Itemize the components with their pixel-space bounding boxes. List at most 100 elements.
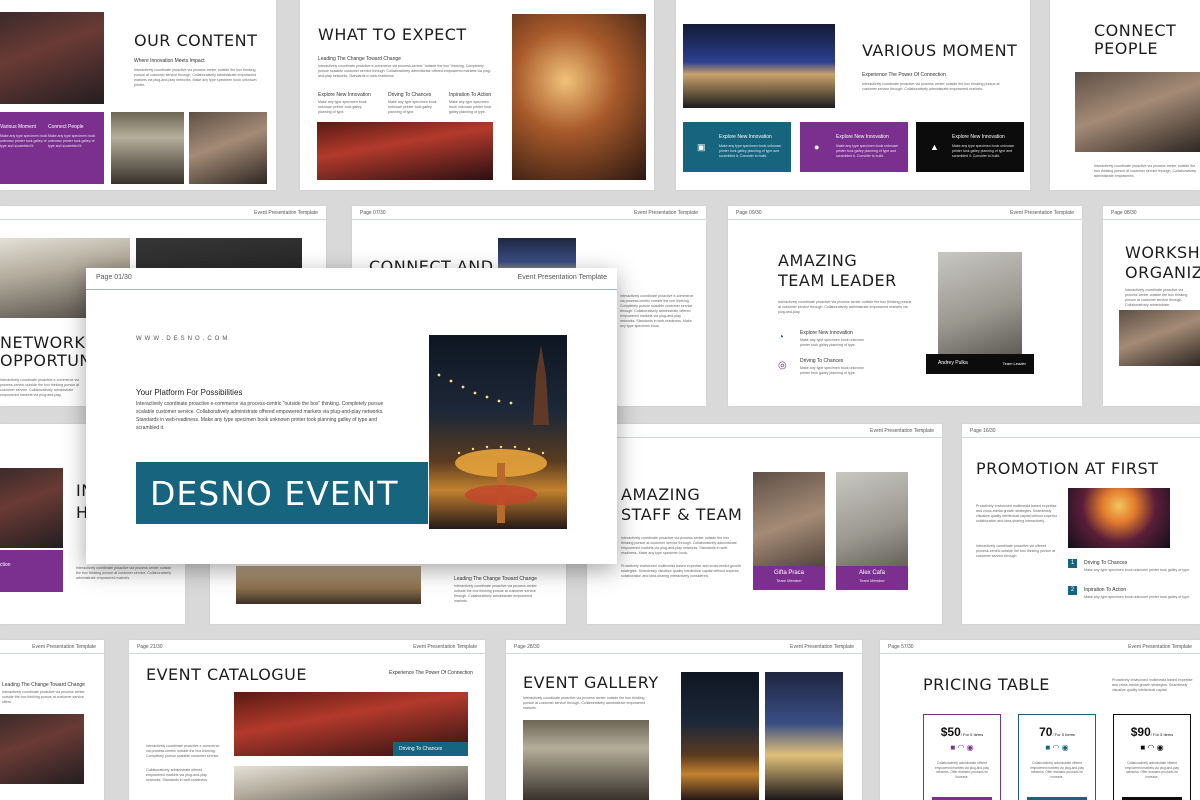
slide-header: Page 16/30 bbox=[962, 424, 1200, 438]
team-member-card: Alex Cafa Team Member bbox=[836, 472, 908, 590]
member-role: Team Member bbox=[776, 578, 802, 583]
step-title: Driving To Chances bbox=[1084, 560, 1128, 566]
photo-speaker bbox=[234, 766, 468, 800]
slide-connect-people[interactable]: CONNECT PEOPLE Interactively coordinate … bbox=[1050, 0, 1200, 190]
slide-title: EVENT GALLERY bbox=[523, 673, 659, 692]
slide-staff-team[interactable]: Event Presentation Template AMAZING STAF… bbox=[587, 424, 942, 624]
slide-body: Interactively coordinate proactive via p… bbox=[523, 696, 646, 710]
slide-body: Interactively coordinate proactive via p… bbox=[621, 536, 737, 555]
title-banner: DESNO EVENT bbox=[136, 462, 428, 524]
page-label: Page 01/30 bbox=[96, 274, 132, 281]
slide-title: OUR CONTENT bbox=[134, 31, 258, 50]
slide-body-secondary: Interactively coordinate proactive via o… bbox=[976, 544, 1056, 558]
target-icon: ◎ bbox=[778, 360, 787, 371]
slide-our-content[interactable]: OUR CONTENT Where Innovation Meets Impac… bbox=[0, 0, 276, 190]
slide-body: Interactively coordinate proactive e-com… bbox=[146, 744, 220, 758]
slide-title: VARIOUS MOMENT bbox=[862, 41, 1018, 60]
plan-description: Collaboratively administrate offered emp… bbox=[1029, 761, 1085, 779]
slide-title: CONNECT PEOPLE bbox=[1094, 21, 1177, 58]
slide-bottom-left[interactable]: Event Presentation Template Leading The … bbox=[0, 640, 104, 800]
template-label: Event Presentation Template bbox=[790, 644, 854, 650]
wifi-icon: ◠ bbox=[1147, 743, 1155, 752]
pricing-card-3[interactable]: $90/ For 5 Items ■ ◠ ◉ Collaboratively a… bbox=[1113, 714, 1191, 800]
page-label: Page 08/30 bbox=[1111, 210, 1137, 216]
leader-role: Team Leader bbox=[1002, 361, 1026, 366]
plan-description: Collaboratively administrate offered emp… bbox=[934, 761, 990, 779]
slide-title-line1: AMAZING bbox=[778, 251, 858, 270]
col-body: Make any type specimen book unknown prin… bbox=[388, 100, 437, 114]
slide-header: Event Presentation Template bbox=[0, 206, 326, 220]
pricing-card-1[interactable]: $50/ For 5 Items ■ ◠ ◉ Collaboratively a… bbox=[923, 714, 1001, 800]
slide-catalogue[interactable]: Page 21/30 Event Presentation Template E… bbox=[129, 640, 485, 800]
slide-subtitle: Leading The Change Toward Change bbox=[454, 576, 537, 582]
plan-price: $90/ For 5 Items bbox=[1114, 725, 1190, 739]
photo-audience bbox=[317, 122, 493, 180]
slide-header: Page 01/30 Event Presentation Template bbox=[86, 268, 617, 290]
slide-header: Page 57/30 Event Presentation Template bbox=[880, 640, 1200, 654]
moment-box-3: ▲ Explore New Innovation Make any type s… bbox=[916, 122, 1024, 172]
slide-team-leader[interactable]: Page 09/30 Event Presentation Template A… bbox=[728, 206, 1082, 406]
slide-body: Interactively coordinate proactive via p… bbox=[2, 690, 85, 704]
box-title: Driving To Chances bbox=[399, 746, 443, 752]
signal-icon: ◉ bbox=[1061, 743, 1069, 752]
users-icon: ● bbox=[814, 142, 820, 152]
slide-body-secondary: Proactively envisioned multimedia based … bbox=[621, 564, 741, 578]
page-label: Page 16/30 bbox=[970, 428, 996, 434]
step-body: Make any type specimen book unknown prin… bbox=[1084, 595, 1191, 599]
step-body: Make any type specimen book unknown prin… bbox=[1084, 568, 1191, 572]
slide-body: Proactively envisioned multimedia based … bbox=[976, 504, 1057, 523]
template-label: Event Presentation Template bbox=[1128, 644, 1192, 650]
step-number: 1 bbox=[1068, 559, 1077, 568]
website-label[interactable]: WWW.DESNO.COM bbox=[136, 336, 230, 342]
slide-gallery[interactable]: Page 28/30 Event Presentation Template E… bbox=[506, 640, 862, 800]
slide-title: PRICING TABLE bbox=[923, 675, 1050, 694]
plan-icons: ■ ◠ ◉ bbox=[924, 743, 1000, 752]
plan-unit: / For 5 Items bbox=[960, 732, 984, 737]
slide-subtitle: Your Platform For Possibilities bbox=[136, 388, 243, 397]
slide-header: Event Presentation Template bbox=[0, 640, 104, 654]
slide-title: EVENT CATALOGUE bbox=[146, 665, 307, 684]
template-label: Event Presentation Template bbox=[32, 644, 96, 650]
box-body: Make any type specimen book unknown prin… bbox=[719, 144, 782, 158]
slide-various-moment[interactable]: VARIOUS MOMENT Experience The Power Of C… bbox=[676, 0, 1030, 190]
slide-what-to-expect[interactable]: WHAT TO EXPECT Leading The Change Toward… bbox=[300, 0, 654, 190]
col-title: Inpiration To Action bbox=[449, 92, 492, 98]
slide-body: Interactively coordinate proactive e-com… bbox=[136, 401, 384, 431]
photo-stage bbox=[1068, 488, 1170, 548]
catalogue-label-box: Driving To Chances bbox=[393, 742, 468, 756]
photo-carousel-tower bbox=[429, 335, 567, 529]
slide-header: Page 28/30 Event Presentation Template bbox=[506, 640, 862, 654]
member-caption: Gifta Praca Team Member bbox=[753, 566, 825, 590]
slide-body: Interactively coordinate proactive via p… bbox=[778, 300, 912, 314]
slide-pricing[interactable]: Page 57/30 Event Presentation Template P… bbox=[880, 640, 1200, 800]
box-title: Connect People bbox=[48, 124, 84, 130]
slide-body: Interactively coordinate proactive via p… bbox=[1094, 164, 1197, 178]
plan-price-value: $50 bbox=[940, 725, 961, 739]
photo-conference bbox=[111, 112, 184, 184]
slide-promotion[interactable]: Page 16/30 PROMOTION AT FIRST Proactivel… bbox=[962, 424, 1200, 624]
photo-concert bbox=[683, 24, 835, 108]
signal-icon: ◉ bbox=[1156, 743, 1164, 752]
slide-title-line1: WORKSHO bbox=[1125, 243, 1200, 262]
page-label: Page 07/30 bbox=[360, 210, 386, 216]
slide-main-cover[interactable]: Page 01/30 Event Presentation Template W… bbox=[86, 268, 617, 564]
slide-title-line2: ORGANIZI bbox=[1125, 263, 1200, 282]
pricing-card-2[interactable]: 70/ For 5 Items ■ ◠ ◉ Collaboratively ad… bbox=[1018, 714, 1096, 800]
slide-body: Interactively coordinate proactive via p… bbox=[1125, 288, 1188, 307]
item-title: Explore New Innovation bbox=[800, 330, 853, 336]
box-body: Make any type specimen book unknown prin… bbox=[0, 134, 48, 148]
slide-tagline: Experience The Power Of Connection bbox=[389, 670, 473, 676]
slide-title: WHAT TO EXPECT bbox=[318, 25, 467, 44]
plan-description: Collaboratively administrate offered emp… bbox=[1124, 761, 1180, 779]
slide-title-line2: STAFF & TEAM bbox=[621, 505, 743, 524]
template-label: Event Presentation Template bbox=[254, 210, 318, 216]
bag-icon: ■ bbox=[1045, 743, 1051, 752]
slide-body: Interactively coordinate proactive via p… bbox=[862, 82, 1000, 91]
item-body: Make any type specimen book unknown prin… bbox=[800, 338, 864, 347]
plan-price: 70/ For 5 Items bbox=[1019, 725, 1095, 739]
slide-body: Interactively coordinate proactive e-com… bbox=[318, 64, 491, 78]
plan-price-value: $90 bbox=[1130, 725, 1151, 739]
template-label: Event Presentation Template bbox=[413, 644, 477, 650]
plan-unit: / For 5 Items bbox=[1052, 732, 1075, 737]
slide-workshop[interactable]: Page 08/30 WORKSHO ORGANIZI Interactivel… bbox=[1103, 206, 1200, 406]
